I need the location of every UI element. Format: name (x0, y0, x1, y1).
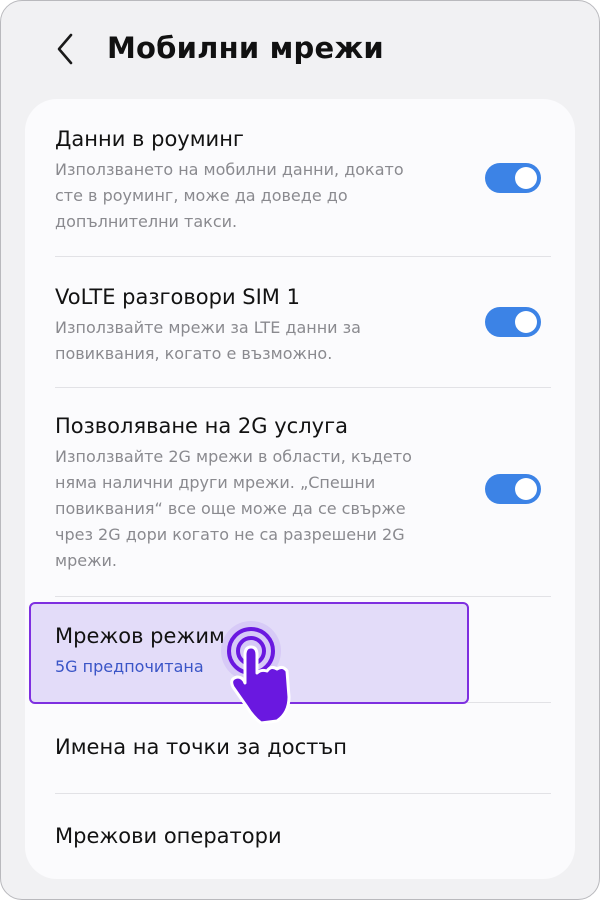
tap-hand-pointer-icon (221, 621, 291, 725)
setting-network-operators[interactable]: Мрежови оператори (25, 794, 575, 879)
chevron-left-icon (57, 33, 73, 65)
setting-title: VoLTE разговори SIM 1 (55, 285, 300, 309)
setting-description: Използването на мобилни данни, докато ст… (55, 160, 404, 231)
allow-2g-toggle[interactable] (485, 474, 541, 504)
setting-title: Мрежови оператори (55, 824, 282, 848)
settings-card: Данни в роуминг Използването на мобилни … (25, 99, 575, 879)
back-button[interactable] (47, 29, 87, 69)
toggle-knob (515, 311, 537, 333)
toggle-knob (515, 167, 537, 189)
setting-data-roaming[interactable]: Данни в роуминг Използването на мобилни … (25, 99, 575, 257)
setting-title: Позволяване на 2G услуга (55, 414, 348, 438)
volte-toggle[interactable] (485, 307, 541, 337)
setting-title: Имена на точки за достъп (55, 735, 347, 759)
network-mode-title: Мрежов режим (55, 624, 225, 648)
app-header: Мобилни мрежи (1, 1, 599, 97)
network-mode-value: 5G предпочитана (55, 657, 204, 676)
setting-title: Данни в роуминг (55, 127, 244, 151)
divider (55, 596, 551, 597)
setting-description: Използвайте мрежи за LTE данни за повикв… (55, 318, 361, 363)
page-title: Мобилни мрежи (107, 31, 384, 65)
screen-frame: Мобилни мрежи Данни в роуминг Използване… (0, 0, 600, 900)
toggle-knob (515, 478, 537, 500)
setting-allow-2g[interactable]: Позволяване на 2G услуга Използвайте 2G … (25, 388, 575, 596)
roaming-toggle[interactable] (485, 163, 541, 193)
setting-description: Използвайте 2G мрежи в области, където н… (55, 447, 412, 570)
setting-volte[interactable]: VoLTE разговори SIM 1 Използвайте мрежи … (25, 257, 575, 387)
